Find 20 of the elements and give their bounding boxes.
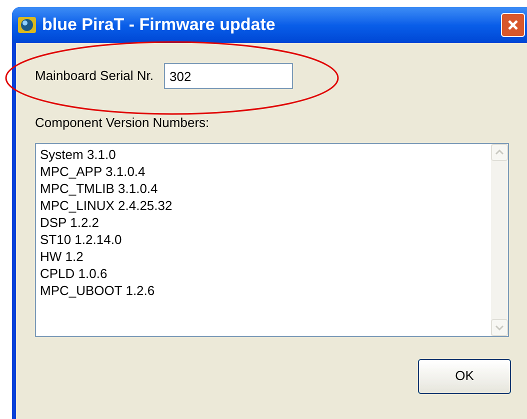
ok-button[interactable]: OK [418,358,511,394]
window-title: blue PiraT - Firmware update [42,14,276,36]
app-icon [18,17,36,33]
version-line: MPC_UBOOT 1.2.6 [40,282,155,298]
close-icon [507,19,519,31]
version-line: System 3.1.0 [40,146,116,162]
version-line: CPLD 1.0.6 [40,264,108,282]
serial-field[interactable]: 302 [164,63,292,89]
version-line: MPC_LINUX 2.4.25.32 [40,196,172,214]
scroll-down-icon[interactable] [491,318,508,336]
scroll-up-icon[interactable] [491,144,508,160]
version-line: MPC_TMLIB 3.1.0.4 [40,180,158,196]
components-label: Component Version Numbers: [35,114,210,132]
version-line: HW 1.2 [40,248,84,264]
serial-label: Mainboard Serial Nr. [35,67,154,86]
scrollbar[interactable] [491,144,508,336]
version-line: DSP 1.2.2 [40,214,100,230]
version-line: ST10 1.2.14.0 [40,230,122,248]
version-line: MPC_APP 3.1.0.4 [40,162,146,180]
close-button[interactable] [501,13,525,37]
